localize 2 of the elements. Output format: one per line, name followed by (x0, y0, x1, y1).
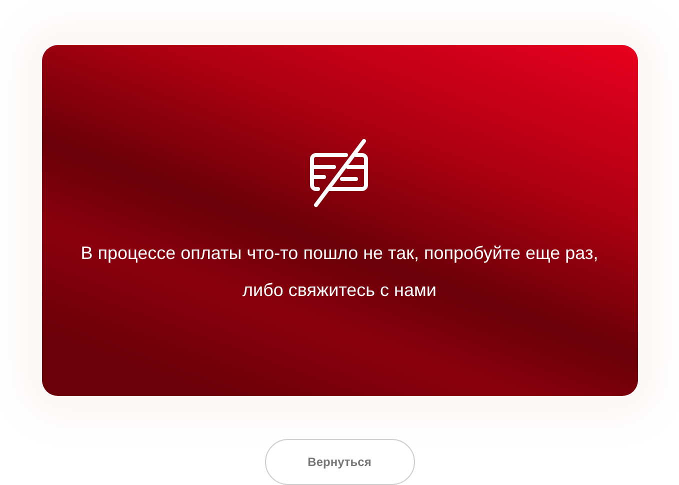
back-button[interactable]: Вернуться (264, 439, 414, 485)
error-message: В процессе оплаты что-то пошло не так, попробуйте еще раз, либо свяжитесь с нами (80, 242, 600, 302)
